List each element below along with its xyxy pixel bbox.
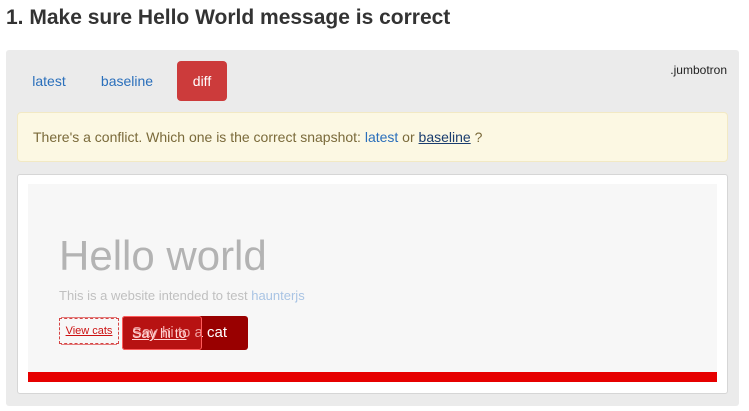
- selector-label: .jumbotron: [670, 63, 727, 77]
- say-hi-diff-overlay: Say hi to: [122, 316, 202, 350]
- say-hi-button: Say hi to a cat Say hi to: [122, 316, 248, 350]
- view-cats-label: View cats: [65, 325, 113, 337]
- lead-text: This is a website intended to test: [59, 288, 252, 303]
- alert-or-text: or: [398, 129, 419, 145]
- hello-heading: Hello world: [59, 232, 267, 279]
- tab-diff[interactable]: diff: [177, 61, 227, 101]
- tab-latest[interactable]: latest: [16, 61, 82, 101]
- jumbotron-diff-image: Hello world This is a website intended t…: [28, 184, 717, 382]
- alert-text: There's a conflict. Which one is the cor…: [33, 129, 365, 145]
- haunterjs-link: haunterjs: [251, 288, 305, 303]
- choose-baseline-link[interactable]: baseline: [419, 129, 471, 145]
- view-cats-button: View cats: [59, 318, 119, 344]
- snapshot-frame: Hello world This is a website intended t…: [17, 174, 728, 394]
- tab-baseline[interactable]: baseline: [83, 61, 171, 101]
- diff-highlight-bar: [28, 372, 717, 382]
- snapshot-panel: .jumbotron latest baseline diff There's …: [6, 50, 739, 406]
- alert-question-mark: ?: [470, 129, 483, 145]
- choose-latest-link[interactable]: latest: [365, 129, 398, 145]
- hello-lead: This is a website intended to test haunt…: [59, 288, 305, 303]
- page-title: 1. Make sure Hello World message is corr…: [6, 6, 451, 29]
- conflict-alert: There's a conflict. Which one is the cor…: [17, 112, 728, 162]
